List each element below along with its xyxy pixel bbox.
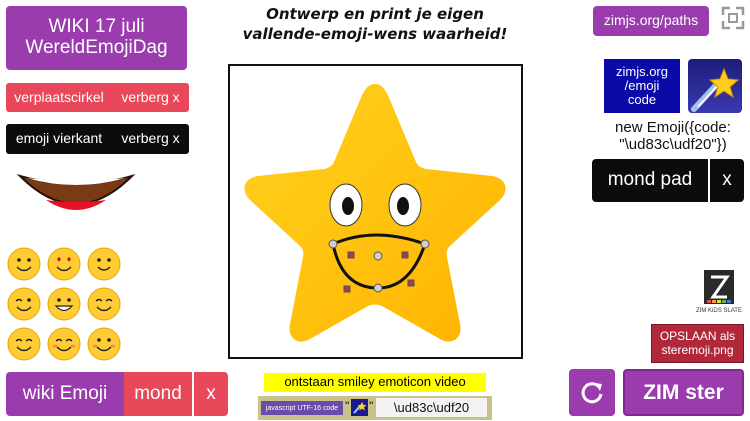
- move-circle-button[interactable]: verplaatscirkel: [6, 83, 112, 112]
- code-tag-label: javascript UTF-16 code: [265, 404, 339, 412]
- emoji-blush-icon[interactable]: [87, 327, 121, 361]
- mouth-close-label: x: [206, 382, 216, 404]
- title-line-2: vallende-emoji-wens waarheid!: [242, 25, 508, 43]
- mouth-path-close-label: x: [722, 169, 732, 191]
- emoji-square-button[interactable]: emoji vierkant: [6, 124, 112, 154]
- mouth-label: mond: [134, 382, 182, 404]
- emoji-square-label: emoji vierkant: [15, 130, 103, 147]
- emoji-heart-eyes-icon[interactable]: [47, 247, 81, 281]
- paths-link-label: zimjs.org/paths: [603, 12, 699, 29]
- wiki-emoji-button[interactable]: wiki Emoji: [6, 372, 124, 416]
- wiki-emojiday-line2: WereldEmojiDag: [25, 37, 168, 58]
- emoji-canvas: [228, 64, 523, 359]
- mini-shooting-star-icon: [351, 399, 368, 416]
- wiki-emoji-label: wiki Emoji: [22, 382, 108, 404]
- hide-circle-label: verberg x: [121, 88, 180, 105]
- emoji-smirk-wink-icon[interactable]: [7, 287, 41, 321]
- save-png-button[interactable]: OPSLAAN als steremoji.png: [651, 324, 744, 363]
- code-value-field[interactable]: \ud83c\udf20: [375, 397, 488, 418]
- video-label: ontstaan smiley emoticon video: [284, 374, 466, 390]
- mouth-button[interactable]: mond: [124, 372, 192, 416]
- zim-logo-caption: ZIM KiDS SLATE: [696, 308, 742, 314]
- hide-square-button[interactable]: verberg x: [112, 124, 189, 154]
- hide-circle-button[interactable]: verberg x: [112, 83, 189, 112]
- emoji-content-icon[interactable]: [47, 327, 81, 361]
- fullscreen-icon[interactable]: [721, 6, 745, 30]
- emoji-happy-closed-icon[interactable]: [87, 287, 121, 321]
- star-emoji-icon[interactable]: [230, 66, 521, 357]
- mouth-icon[interactable]: [16, 170, 136, 228]
- quote-open: ": [345, 399, 350, 413]
- mouth-path-label: mond pad: [607, 169, 693, 191]
- zim-star-button[interactable]: ZIM ster: [623, 369, 744, 416]
- code-value: \ud83c\udf20: [393, 400, 470, 415]
- emoji-grin-icon[interactable]: [87, 247, 121, 281]
- emoji-code-line2: /emoji: [624, 77, 660, 93]
- paths-link-button[interactable]: zimjs.org/paths: [593, 6, 709, 36]
- emoji-code-link[interactable]: zimjs.org /emoji code: [604, 59, 680, 113]
- emoji-big-grin-icon[interactable]: [47, 287, 81, 321]
- emoji-code-line1: zimjs.org: [615, 63, 668, 79]
- reload-button[interactable]: [569, 369, 615, 416]
- save-png-line1: OPSLAAN als: [659, 329, 736, 344]
- emoji-code-text-line1: new Emoji({code:: [615, 119, 731, 136]
- title-line-1: Ontwerp en print je eigen: [266, 5, 484, 23]
- hide-square-label: verberg x: [121, 130, 180, 147]
- emoji-smile-icon[interactable]: [7, 247, 41, 281]
- mouth-path-button[interactable]: mond pad: [592, 159, 708, 202]
- page-title: Ontwerp en print je eigen vallende-emoji…: [215, 4, 535, 44]
- reload-icon: [581, 381, 603, 403]
- move-circle-label: verplaatscirkel: [14, 88, 104, 105]
- quote-close: ": [369, 399, 374, 413]
- emoji-relieved-icon[interactable]: [7, 327, 41, 361]
- zim-star-label: ZIM ster: [643, 380, 724, 404]
- code-input-row: javascript UTF-16 code " " \ud83c\udf20: [258, 396, 492, 420]
- mouth-close-button[interactable]: x: [194, 372, 228, 416]
- emoji-code-text: new Emoji({code: "\ud83c\udf20"}): [598, 119, 748, 153]
- wiki-emojiday-button[interactable]: WIKI 17 juli WereldEmojiDag: [6, 6, 187, 70]
- shooting-star-icon[interactable]: [688, 59, 742, 113]
- video-link[interactable]: ontstaan smiley emoticon video: [264, 373, 486, 392]
- emoji-code-line3: code: [627, 92, 657, 108]
- mouth-path-close-button[interactable]: x: [710, 159, 744, 202]
- code-tag: javascript UTF-16 code: [261, 401, 343, 415]
- zim-logo-icon[interactable]: [704, 270, 734, 304]
- emoji-code-text-line2: "\ud83c\udf20"}): [619, 136, 727, 153]
- save-png-line2: steremoji.png: [661, 342, 734, 357]
- wiki-emojiday-line1: WIKI 17 juli: [48, 16, 145, 38]
